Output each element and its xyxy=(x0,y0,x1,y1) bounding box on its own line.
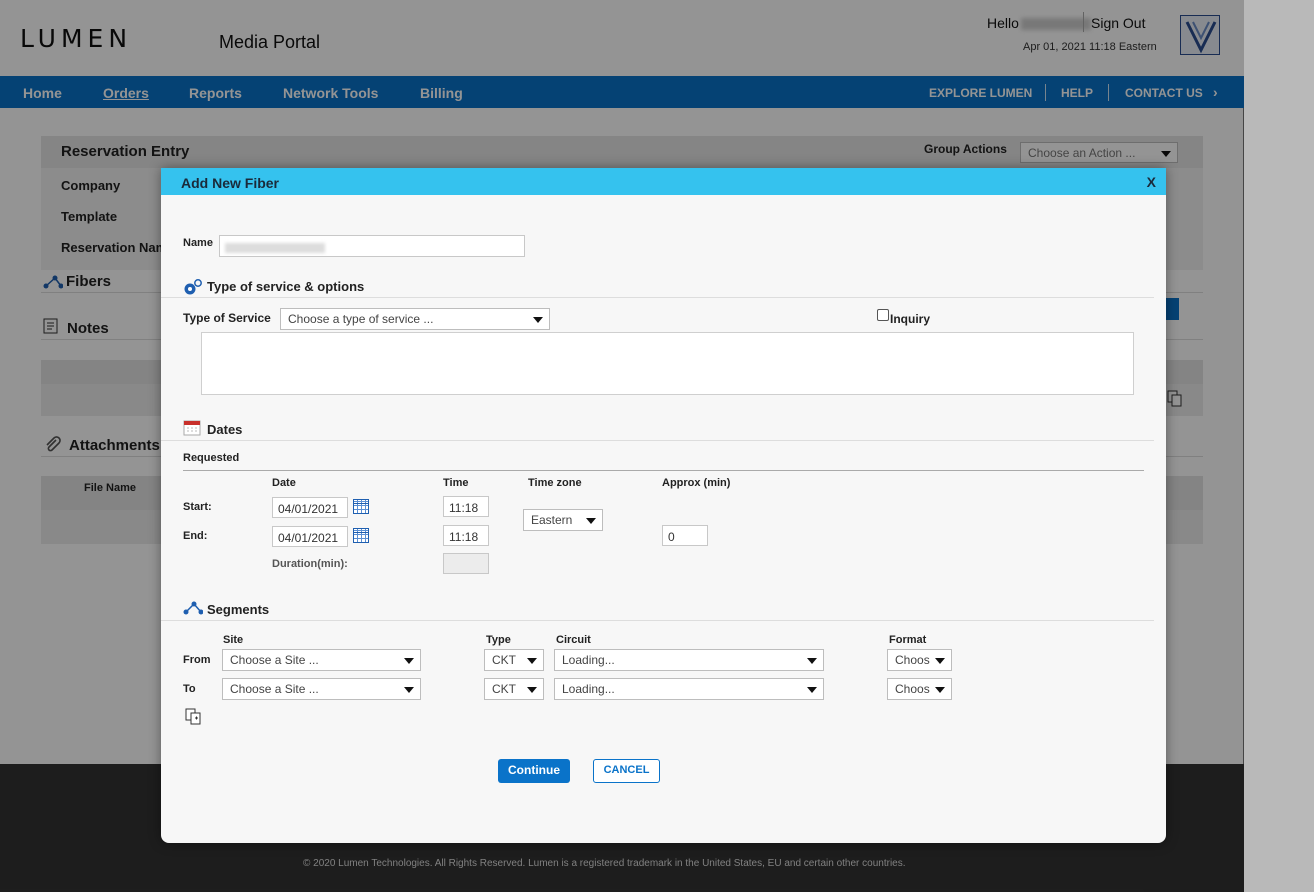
segments-icon xyxy=(183,601,204,618)
to-type-value: CKT xyxy=(492,682,516,696)
cancel-button[interactable]: CANCEL xyxy=(593,759,660,783)
chevron-down-icon xyxy=(935,687,945,693)
start-date-input[interactable]: 04/01/2021 xyxy=(272,497,348,518)
divider xyxy=(161,440,1154,441)
chevron-down-icon xyxy=(807,687,817,693)
type-of-service-placeholder: Choose a type of service ... xyxy=(288,312,434,326)
calendar-icon xyxy=(183,420,201,439)
timezone-value: Eastern xyxy=(531,513,573,527)
dialog-title: Add New Fiber xyxy=(181,175,280,191)
requested-label: Requested xyxy=(183,452,240,464)
name-value-redacted xyxy=(225,242,325,253)
to-type-select[interactable]: CKT xyxy=(484,678,544,700)
chevron-down-icon xyxy=(807,658,817,664)
end-date-input[interactable]: 04/01/2021 xyxy=(272,526,348,547)
start-label: Start: xyxy=(183,501,212,513)
chevron-down-icon xyxy=(404,687,414,693)
service-options-area[interactable] xyxy=(201,332,1134,395)
add-new-fiber-dialog: Add New Fiber X Name Type of service & o… xyxy=(161,168,1166,843)
from-format-value: Choos xyxy=(895,653,930,667)
inquiry-label: Inquiry xyxy=(890,312,931,326)
divider xyxy=(183,470,1144,471)
to-site-select[interactable]: Choose a Site ... xyxy=(222,678,421,700)
duration-input xyxy=(443,553,489,574)
from-circuit-value: Loading... xyxy=(562,653,615,667)
from-label: From xyxy=(183,654,211,666)
site-column-header: Site xyxy=(223,634,244,646)
chevron-down-icon xyxy=(935,658,945,664)
end-label: End: xyxy=(183,530,208,542)
to-circuit-select[interactable]: Loading... xyxy=(554,678,824,700)
chevron-down-icon xyxy=(527,658,537,664)
dates-section-title: Dates xyxy=(207,422,243,437)
type-column-header: Type xyxy=(486,634,511,646)
segments-section-title: Segments xyxy=(207,602,270,617)
approx-minutes-input[interactable]: 0 xyxy=(662,525,708,546)
close-button[interactable]: X xyxy=(1147,174,1156,190)
service-section-title: Type of service & options xyxy=(207,279,365,294)
to-label: To xyxy=(183,683,196,695)
to-site-placeholder: Choose a Site ... xyxy=(230,682,319,696)
end-time-input[interactable]: 11:18 xyxy=(443,525,489,546)
start-date-calendar-icon[interactable] xyxy=(353,499,369,514)
chevron-down-icon xyxy=(527,687,537,693)
type-of-service-select[interactable]: Choose a type of service ... xyxy=(280,308,550,330)
add-segment-icon[interactable] xyxy=(185,708,203,729)
start-time-input[interactable]: 11:18 xyxy=(443,496,489,517)
date-column-header: Date xyxy=(272,477,296,489)
from-format-select[interactable]: Choos xyxy=(887,649,952,671)
name-input[interactable] xyxy=(219,235,525,257)
name-label: Name xyxy=(183,237,213,249)
from-site-placeholder: Choose a Site ... xyxy=(230,653,319,667)
dialog-header: Add New Fiber X xyxy=(161,168,1166,195)
format-column-header: Format xyxy=(889,634,927,646)
chevron-down-icon xyxy=(533,317,543,323)
from-type-select[interactable]: CKT xyxy=(484,649,544,671)
to-format-value: Choos xyxy=(895,682,930,696)
approx-column-header: Approx (min) xyxy=(662,477,731,489)
from-circuit-select[interactable]: Loading... xyxy=(554,649,824,671)
timezone-column-header: Time zone xyxy=(528,477,582,489)
chevron-down-icon xyxy=(404,658,414,664)
to-format-select[interactable]: Choos xyxy=(887,678,952,700)
window-gutter xyxy=(1244,0,1314,892)
from-type-value: CKT xyxy=(492,653,516,667)
continue-button[interactable]: Continue xyxy=(498,759,570,783)
type-of-service-label: Type of Service xyxy=(183,311,271,325)
end-date-calendar-icon[interactable] xyxy=(353,528,369,543)
from-site-select[interactable]: Choose a Site ... xyxy=(222,649,421,671)
to-circuit-value: Loading... xyxy=(562,682,615,696)
circuit-column-header: Circuit xyxy=(556,634,591,646)
duration-label: Duration(min): xyxy=(272,558,348,570)
timezone-select[interactable]: Eastern xyxy=(523,509,603,531)
gear-icon xyxy=(182,278,204,299)
divider xyxy=(161,297,1154,298)
time-column-header: Time xyxy=(443,477,469,489)
chevron-down-icon xyxy=(586,518,596,524)
inquiry-checkbox[interactable] xyxy=(877,309,889,321)
divider xyxy=(161,620,1154,621)
